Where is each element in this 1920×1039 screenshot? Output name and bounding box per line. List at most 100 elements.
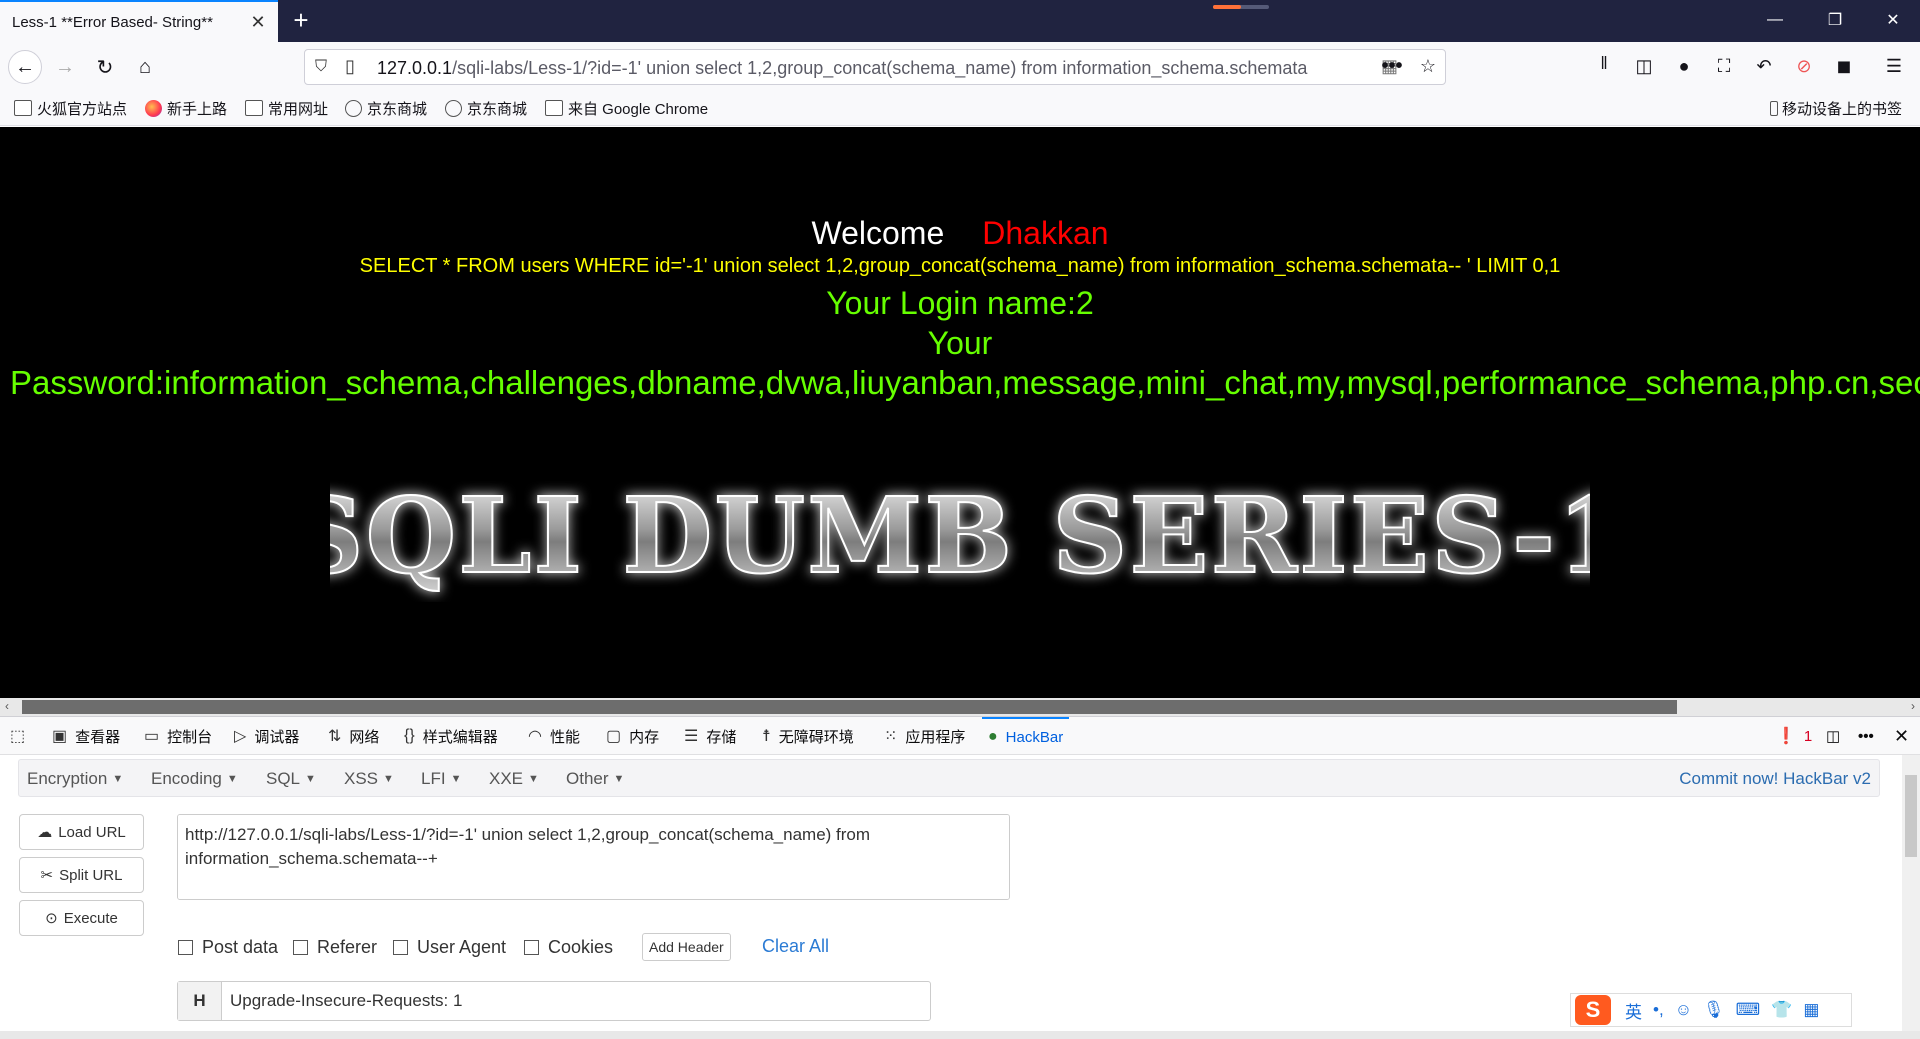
checkbox-box[interactable] bbox=[524, 940, 539, 955]
scroll-thumb[interactable] bbox=[22, 700, 1677, 714]
bookmarks-bar: 火狐官方站点 新手上路 常用网址 京东商城 京东商城 来自 Google Chr… bbox=[0, 90, 1920, 126]
referer-checkbox[interactable]: Referer bbox=[293, 937, 377, 958]
bookmark-item[interactable]: 新手上路 bbox=[145, 98, 227, 118]
folder-icon bbox=[545, 100, 563, 116]
bookmark-item[interactable]: 京东商城 bbox=[345, 98, 427, 118]
url-text[interactable]: 127.0.0.1/sqli-labs/Less-1/?id=-1' union… bbox=[377, 58, 1367, 79]
execute-button[interactable]: ⊙ Execute bbox=[19, 900, 144, 936]
tab-hackbar[interactable]: ● HackBar bbox=[982, 717, 1070, 755]
braces-icon: {} bbox=[404, 727, 415, 744]
tab-inspector[interactable]: ▣ 查看器 bbox=[52, 717, 120, 755]
tab-application[interactable]: ⁙ 应用程序 bbox=[884, 717, 965, 755]
reload-button[interactable]: ↻ bbox=[88, 50, 122, 84]
scroll-thumb[interactable] bbox=[1905, 775, 1917, 857]
back-button[interactable]: ← bbox=[8, 50, 42, 84]
tab-label: 应用程序 bbox=[905, 728, 966, 746]
extension-icon[interactable]: ◼ bbox=[1832, 54, 1856, 78]
post-data-checkbox[interactable]: Post data bbox=[178, 937, 278, 958]
tab-storage[interactable]: ☰ 存储 bbox=[684, 717, 736, 755]
scroll-left-icon[interactable]: ‹ bbox=[5, 699, 9, 713]
tab-performance[interactable]: ◠ 性能 bbox=[528, 717, 580, 755]
user-agent-checkbox[interactable]: User Agent bbox=[393, 937, 506, 958]
home-button[interactable]: ⌂ bbox=[128, 50, 162, 84]
menu-encryption[interactable]: Encryption ▼ bbox=[27, 769, 123, 789]
bookmark-item[interactable]: 常用网址 bbox=[245, 98, 328, 118]
cookies-checkbox[interactable]: Cookies bbox=[524, 937, 613, 958]
menu-encoding[interactable]: Encoding ▼ bbox=[151, 769, 238, 789]
bookmark-item[interactable]: 火狐官方站点 bbox=[14, 98, 127, 118]
commit-link[interactable]: Commit now! HackBar v2 bbox=[1679, 769, 1871, 789]
add-header-button[interactable]: Add Header bbox=[642, 933, 731, 961]
tab-style-editor[interactable]: {} 样式编辑器 bbox=[404, 717, 498, 755]
close-devtools-icon[interactable]: ✕ bbox=[1894, 717, 1909, 755]
page-icon[interactable]: ▯ bbox=[345, 56, 355, 77]
skin-icon[interactable]: 👕 bbox=[1771, 1000, 1792, 1020]
blocker-icon[interactable]: ⊘ bbox=[1792, 54, 1816, 78]
tab-debugger[interactable]: ▷ 调试器 bbox=[234, 717, 299, 755]
phone-icon bbox=[1770, 100, 1778, 116]
tab-accessibility[interactable]: ☨ 无障碍环境 bbox=[762, 717, 854, 755]
punctuation-icon[interactable]: •, bbox=[1653, 1000, 1664, 1020]
menu-label: XXE bbox=[489, 769, 524, 788]
load-url-button[interactable]: ☁ Load URL bbox=[19, 814, 144, 850]
tab-network[interactable]: ⇅ 网络 bbox=[328, 717, 379, 755]
shield-icon[interactable]: ⛉ bbox=[315, 58, 327, 76]
menu-lfi[interactable]: LFI ▼ bbox=[421, 769, 461, 789]
url-input[interactable] bbox=[177, 814, 1010, 900]
caret-down-icon: ▼ bbox=[613, 773, 625, 785]
menu-sql[interactable]: SQL ▼ bbox=[266, 769, 316, 789]
ime-language[interactable]: 英 bbox=[1625, 998, 1642, 1023]
minimize-icon[interactable]: — bbox=[1748, 0, 1802, 40]
mobile-bookmarks[interactable]: 移动设备上的书签 bbox=[1770, 98, 1902, 118]
microphone-icon[interactable]: 🎙 bbox=[1703, 1000, 1725, 1020]
element-picker-icon[interactable]: ⬚ bbox=[10, 717, 33, 755]
menu-xxe[interactable]: XXE ▼ bbox=[489, 769, 539, 789]
close-tab-icon[interactable]: ✕ bbox=[244, 8, 272, 36]
bookmark-label: 常用网址 bbox=[268, 100, 329, 118]
bookmark-star-icon[interactable]: ☆ bbox=[1416, 54, 1440, 78]
split-url-button[interactable]: ✂ Split URL bbox=[19, 857, 144, 893]
checkbox-box[interactable] bbox=[293, 940, 308, 955]
header-value-input[interactable]: Upgrade-Insecure-Requests: 1 bbox=[222, 982, 462, 1020]
checkbox-label: User Agent bbox=[417, 937, 507, 957]
sogou-logo-icon[interactable]: S bbox=[1575, 995, 1611, 1025]
emoji-icon[interactable]: ☺ bbox=[1675, 1000, 1692, 1020]
tab-console[interactable]: ▭ 控制台 bbox=[144, 717, 212, 755]
sidebar-icon[interactable]: ◫ bbox=[1632, 54, 1656, 78]
checkbox-box[interactable] bbox=[393, 940, 408, 955]
mobile-bookmarks-label: 移动设备上的书签 bbox=[1782, 100, 1903, 118]
menu-other[interactable]: Other ▼ bbox=[566, 769, 624, 789]
dock-icon[interactable]: ◫ bbox=[1826, 717, 1840, 755]
menu-xss[interactable]: XSS ▼ bbox=[344, 769, 394, 789]
account-icon[interactable]: ● bbox=[1672, 54, 1696, 78]
page-actions-icon[interactable]: ••• bbox=[1380, 54, 1404, 78]
window-close-icon[interactable]: ✕ bbox=[1866, 0, 1920, 40]
scroll-right-icon[interactable]: › bbox=[1911, 699, 1915, 713]
bookmark-item[interactable]: 来自 Google Chrome bbox=[545, 98, 708, 118]
keyboard-icon[interactable]: ⌨ bbox=[1736, 1000, 1761, 1020]
vertical-scrollbar[interactable] bbox=[1902, 755, 1920, 1039]
checkbox-label: Post data bbox=[202, 937, 279, 957]
tab-label: 性能 bbox=[549, 728, 580, 746]
bookmark-item[interactable]: 京东商城 bbox=[445, 98, 527, 118]
welcome-line: Welcome Dhakkan bbox=[0, 215, 1920, 252]
devtools-toolbar: ⬚ ▣ 查看器 ▭ 控制台 ▷ 调试器 ⇅ 网络 {} 样式编辑器 ◠ 性能 ▢ 内存 ☰ 存储… bbox=[0, 717, 1920, 755]
menu-icon[interactable]: ☰ bbox=[1882, 54, 1906, 78]
error-badge[interactable]: ❗ 1 bbox=[1776, 717, 1812, 755]
options-icon[interactable]: ••• bbox=[1858, 717, 1874, 755]
caret-down-icon: ▼ bbox=[383, 773, 394, 785]
checkbox-box[interactable] bbox=[178, 940, 193, 955]
url-bar[interactable]: ⛉ ▯ 127.0.0.1/sqli-labs/Less-1/?id=-1' u… bbox=[304, 49, 1446, 85]
new-tab-button[interactable]: + bbox=[286, 6, 316, 36]
tab-memory[interactable]: ▢ 内存 bbox=[606, 717, 659, 755]
horizontal-scrollbar[interactable]: ‹ › bbox=[0, 698, 1920, 716]
tab-active[interactable]: Less-1 **Error Based- String** ✕ bbox=[0, 0, 278, 42]
toolbox-icon[interactable]: ▦ bbox=[1803, 1000, 1819, 1020]
forward-button[interactable]: → bbox=[48, 50, 82, 84]
clear-all-link[interactable]: Clear All bbox=[762, 936, 829, 957]
undo-icon[interactable]: ↶ bbox=[1752, 54, 1776, 78]
restore-icon[interactable]: ❐ bbox=[1808, 0, 1862, 40]
tab-label: 内存 bbox=[629, 728, 660, 746]
screenshot-icon[interactable]: ⛶ bbox=[1712, 54, 1736, 78]
library-icon[interactable]: 𝍪 bbox=[1592, 53, 1616, 78]
